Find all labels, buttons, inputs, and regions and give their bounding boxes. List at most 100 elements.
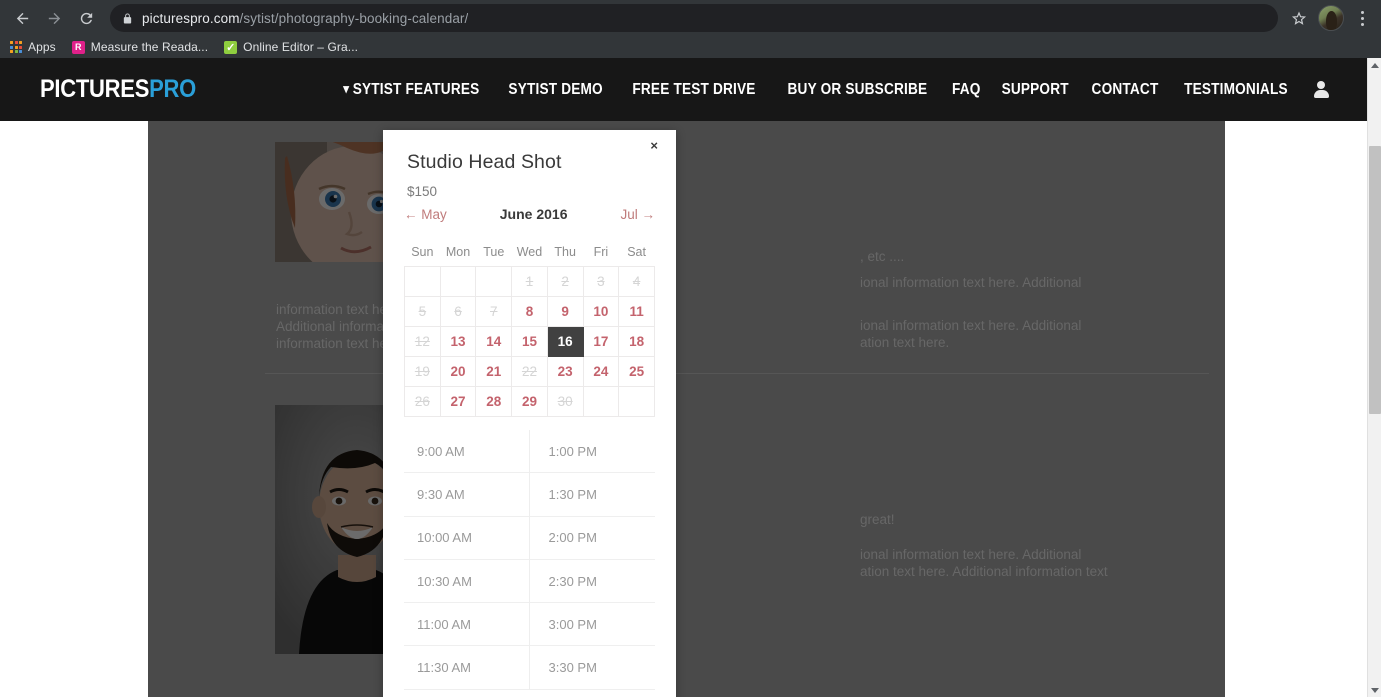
- nav-item-contact[interactable]: CONTACT: [1092, 81, 1159, 99]
- page-scrollbar[interactable]: [1367, 58, 1381, 697]
- site-header: PICTURESPRO ▾ SYTIST FEATURES SYTIST DEMO…: [0, 58, 1367, 121]
- calendar-day-4: 4: [618, 265, 655, 297]
- calendar-day-3: 3: [582, 265, 620, 297]
- menu-dot: [1360, 10, 1364, 14]
- product-wide-line2-right: ional information text here. Additional: [860, 318, 1082, 333]
- url-path: /sytist/photography-booking-calendar/: [239, 10, 469, 26]
- time-slot[interactable]: 10:00 AM: [404, 517, 529, 560]
- calendar-day-11[interactable]: 11: [618, 295, 655, 327]
- weekday-header: Fri: [593, 244, 609, 259]
- bookmark-star-button[interactable]: [1284, 4, 1314, 32]
- bookmark-label: Online Editor – Gra...: [243, 40, 359, 54]
- chevron-down-icon: ▾: [342, 80, 349, 96]
- calendar-day-24[interactable]: 24: [582, 355, 620, 387]
- calendar-day-19: 19: [404, 355, 441, 387]
- calendar-day-10[interactable]: 10: [582, 295, 620, 327]
- nav-item-support[interactable]: SUPPORT: [1001, 81, 1068, 99]
- forward-button[interactable]: [40, 4, 68, 32]
- calendar-day-20[interactable]: 20: [439, 355, 477, 387]
- nav-item-faq[interactable]: FAQ: [952, 81, 981, 99]
- scrollbar-thumb[interactable]: [1369, 146, 1381, 414]
- bookmark-online-editor[interactable]: ✓ Online Editor – Gra...: [224, 40, 358, 54]
- calendar-day-9[interactable]: 9: [546, 295, 584, 327]
- time-slot[interactable]: 9:00 AM: [404, 430, 529, 474]
- time-slot[interactable]: 9:30 AM: [404, 473, 529, 517]
- triangle-up-icon: [1371, 62, 1379, 68]
- calendar-day-25[interactable]: 25: [618, 355, 655, 387]
- user-account-icon[interactable]: [1313, 81, 1329, 98]
- scroll-up-button[interactable]: [1368, 58, 1381, 72]
- calendar-week-row: 5 6 7 8 9 10 11: [404, 295, 655, 327]
- nav-item-sytist-demo[interactable]: SYTIST DEMO: [509, 81, 603, 99]
- calendar-day-15[interactable]: 15: [511, 325, 548, 357]
- time-slot[interactable]: 11:30 AM: [404, 646, 529, 690]
- weekday-header: Thu: [554, 244, 576, 259]
- time-slot[interactable]: 2:00 PM: [529, 517, 655, 560]
- calendar-weekday-row: Sun Mon Tue Wed Thu Fri Sat: [405, 238, 655, 266]
- calendar-day-8[interactable]: 8: [511, 295, 548, 327]
- weekday-header: Sat: [627, 244, 646, 259]
- weekday-header: Sun: [411, 244, 434, 259]
- back-button[interactable]: [8, 4, 36, 32]
- calendar-day-18[interactable]: 18: [618, 325, 655, 357]
- calendar-day-27[interactable]: 27: [439, 385, 477, 417]
- calendar-day-26: 26: [404, 385, 441, 417]
- nav-item-sytist-features[interactable]: ▾ SYTIST FEATURES: [343, 81, 479, 99]
- calendar-day-13[interactable]: 13: [439, 325, 477, 357]
- time-slot[interactable]: 1:30 PM: [529, 473, 655, 517]
- product-additional-info-right: ional information text here. Additional: [860, 275, 1082, 290]
- product-extra-right-1: ional information text here. Additional: [860, 547, 1082, 562]
- nav-item-buy-or-subscribe[interactable]: BUY OR SUBSCRIBE: [787, 81, 927, 99]
- product-description-right: , etc ....: [860, 249, 905, 264]
- calendar-day-2: 2: [546, 265, 584, 297]
- url-text: picturespro.com/sytist/photography-booki…: [142, 11, 468, 26]
- apps-grid-icon: [10, 41, 22, 53]
- calendar-day-14[interactable]: 14: [475, 325, 513, 357]
- calendar-day-7: 7: [475, 295, 513, 327]
- product-wide-line3-right: ation text here.: [860, 335, 950, 350]
- scroll-down-button[interactable]: [1368, 683, 1381, 697]
- page-content: Special Mi $40 Book Now Bring your littl…: [148, 121, 1225, 697]
- bookmark-apps[interactable]: Apps: [10, 40, 56, 54]
- address-bar[interactable]: picturespro.com/sytist/photography-booki…: [110, 4, 1278, 32]
- calendar-day-28[interactable]: 28: [475, 385, 513, 417]
- three-dot-menu-button[interactable]: [1351, 4, 1373, 32]
- calendar-week-row: 1234: [404, 265, 655, 297]
- time-slot[interactable]: 11:00 AM: [404, 603, 529, 647]
- bookmark-label: Apps: [28, 40, 56, 54]
- lock-icon: [122, 12, 133, 25]
- nav-item-testimonials[interactable]: TESTIMONIALS: [1184, 81, 1288, 99]
- calendar-day-16[interactable]: 16: [546, 325, 584, 357]
- nav-item-free-test-drive[interactable]: FREE TEST DRIVE: [632, 81, 755, 99]
- calendar-day-empty: [582, 385, 620, 417]
- calendar-week-row: 12 13 14 15 16 17 18: [404, 325, 655, 357]
- bookmark-measure-the-readability[interactable]: R Measure the Reada...: [71, 40, 208, 54]
- profile-avatar[interactable]: [1318, 5, 1344, 31]
- calendar-day-21[interactable]: 21: [475, 355, 513, 387]
- time-slot[interactable]: 1:00 PM: [529, 430, 655, 474]
- time-slot-column-morning: 9:00 AM 9:30 AM 10:00 AM 10:30 AM 11:00 …: [404, 430, 530, 690]
- booking-modal: × Studio Head Shot $150 ← May June 2016 …: [383, 130, 676, 697]
- calendar-day-23[interactable]: 23: [546, 355, 584, 387]
- reload-button[interactable]: [72, 4, 100, 32]
- menu-dot: [1360, 16, 1364, 20]
- calendar-day-empty: [475, 265, 513, 297]
- site-logo[interactable]: PICTURESPRO: [40, 75, 196, 104]
- calendar-day-empty: [439, 265, 477, 297]
- reload-icon: [80, 12, 92, 24]
- calendar-day-5: 5: [404, 295, 441, 327]
- time-slot[interactable]: 3:30 PM: [529, 646, 655, 690]
- next-month-link[interactable]: Jul →: [620, 207, 655, 222]
- calendar-week-row: 19 20 21 22 23 24 25: [404, 355, 655, 387]
- time-slot[interactable]: 3:00 PM: [529, 603, 655, 647]
- calendar-day-12: 12: [404, 325, 441, 357]
- close-icon[interactable]: ×: [644, 135, 664, 156]
- time-slot[interactable]: 2:30 PM: [529, 560, 655, 604]
- calendar-day-29[interactable]: 29: [511, 385, 548, 417]
- calendar-day-17[interactable]: 17: [582, 325, 620, 357]
- calendar-body: 1 2 3 4 5 6 7 8 9 10 11 12 13 14 15 16 17 18 19 20 21 22 23 24 2…: [404, 265, 655, 417]
- time-slot[interactable]: 10:30 AM: [404, 560, 529, 604]
- prev-month-link[interactable]: ← May: [404, 207, 447, 222]
- main-navigation: ▾ SYTIST FEATURES SYTIST DEMO FREE TEST D…: [334, 81, 1329, 99]
- time-slot-list: 9:00 AM 9:30 AM 10:00 AM 10:30 AM 11:00 …: [404, 430, 655, 690]
